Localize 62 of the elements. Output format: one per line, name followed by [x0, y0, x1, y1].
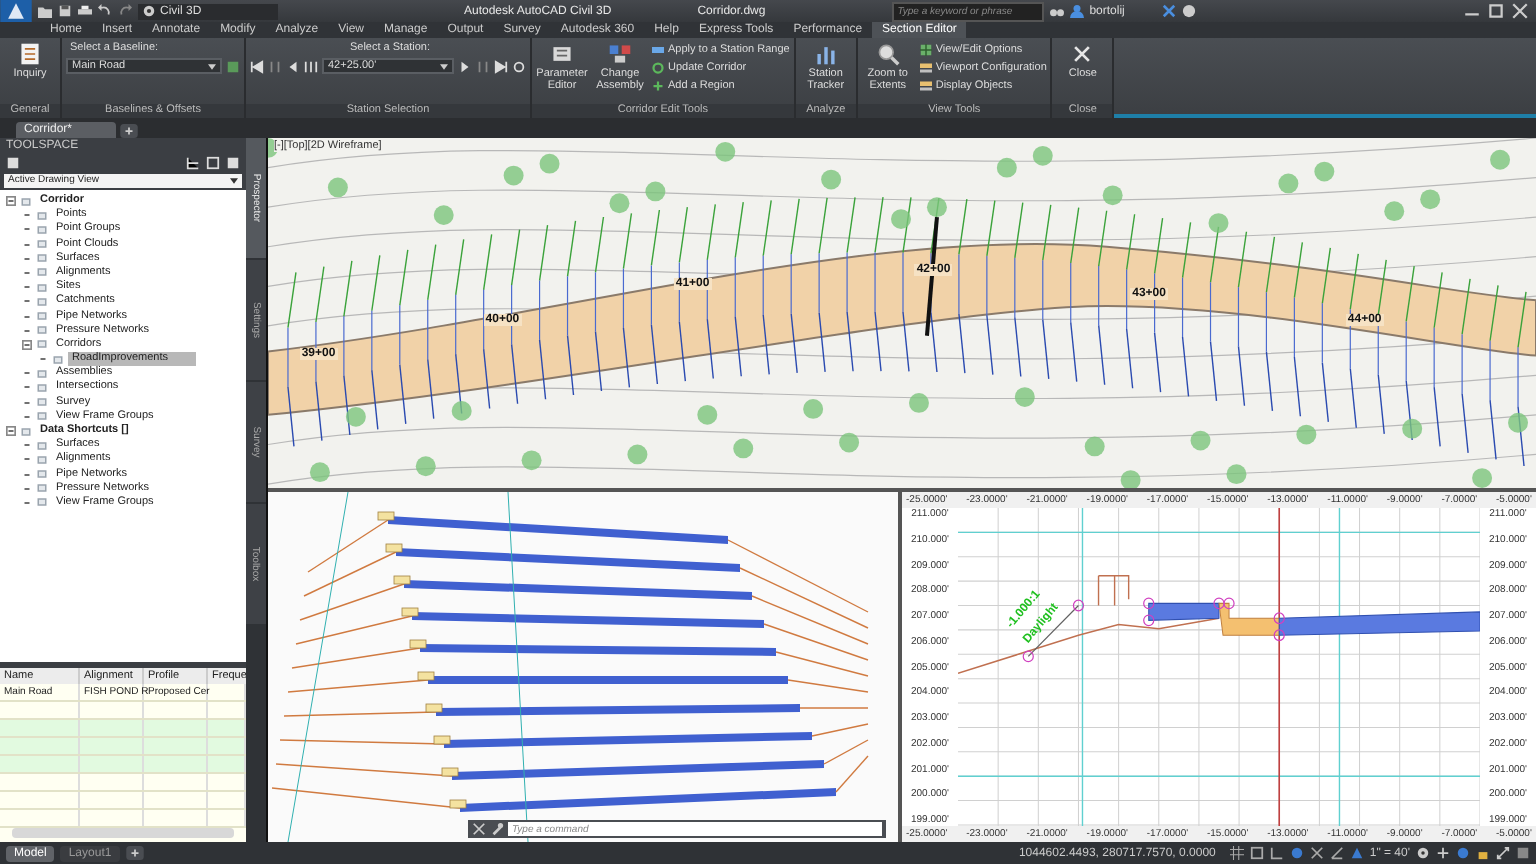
wrench-icon[interactable] [490, 822, 504, 836]
next-icon[interactable] [458, 59, 472, 73]
grid-icon [919, 44, 932, 56]
osnap-icon[interactable] [1309, 846, 1324, 860]
tree-line-icon[interactable] [22, 368, 32, 379]
last-icon[interactable] [494, 59, 508, 73]
angle-icon[interactable] [1329, 846, 1344, 860]
tree-line-icon[interactable] [22, 253, 32, 264]
collapse-icon[interactable] [22, 339, 32, 350]
tree-line-icon[interactable] [22, 469, 32, 480]
print-icon[interactable] [78, 4, 92, 18]
tree-line-icon[interactable] [22, 239, 32, 250]
tree-line-icon[interactable] [22, 440, 32, 451]
plus-icon [652, 80, 664, 92]
new-tab-icon[interactable] [120, 124, 138, 138]
bar-chart-icon [813, 42, 838, 66]
grid-icon[interactable] [1229, 846, 1244, 860]
snap-icon[interactable] [1249, 846, 1264, 860]
tree-line-icon[interactable] [22, 296, 32, 307]
save-icon[interactable] [58, 4, 72, 18]
collapse-icon[interactable] [6, 196, 16, 207]
close-icon[interactable] [472, 822, 486, 836]
tree-line-icon[interactable] [22, 325, 32, 336]
settings-icon[interactable] [1416, 846, 1430, 860]
tree-line-icon[interactable] [22, 411, 32, 422]
close-icon [1070, 42, 1095, 66]
tree-line-icon[interactable] [22, 382, 32, 393]
binoculars-icon[interactable] [1049, 4, 1064, 18]
zoom-icon [875, 42, 900, 66]
caret-icon [440, 63, 448, 69]
tree-line-icon[interactable] [22, 497, 32, 508]
tree-line-icon[interactable] [22, 311, 32, 322]
plus-icon[interactable] [1436, 846, 1450, 860]
tree-line-icon[interactable] [22, 267, 32, 278]
collapse-icon[interactable] [6, 426, 16, 437]
app-logo-icon[interactable] [0, 0, 32, 22]
close-icon[interactable] [1508, 2, 1532, 20]
document-icon [18, 42, 42, 66]
undo-icon[interactable] [98, 4, 112, 18]
maximize-icon[interactable] [1484, 2, 1508, 20]
tree-icon[interactable] [186, 155, 200, 170]
tree-line-icon[interactable] [22, 454, 32, 465]
window-icon[interactable] [206, 155, 220, 170]
first-icon[interactable] [250, 59, 264, 73]
scrollbar[interactable] [12, 828, 234, 838]
tree-line-icon[interactable] [22, 224, 32, 235]
previous-icon[interactable] [286, 59, 300, 73]
new-layout-icon[interactable] [125, 846, 144, 860]
tree-line-icon[interactable] [22, 397, 32, 408]
redo-icon[interactable] [118, 4, 132, 18]
caret-icon [208, 63, 216, 69]
tree-line-icon[interactable] [38, 354, 48, 365]
tree-line-icon[interactable] [22, 210, 32, 221]
tree-line-icon[interactable] [22, 282, 32, 293]
ortho-icon[interactable] [1269, 846, 1284, 860]
caret-icon [230, 177, 238, 184]
fullscreen-icon[interactable] [1496, 846, 1510, 860]
refresh-icon [652, 62, 664, 74]
user-icon[interactable] [1069, 4, 1084, 18]
gear-icon [142, 4, 156, 18]
tree-line-icon[interactable] [22, 483, 32, 494]
annotation-icon[interactable] [1349, 846, 1364, 860]
